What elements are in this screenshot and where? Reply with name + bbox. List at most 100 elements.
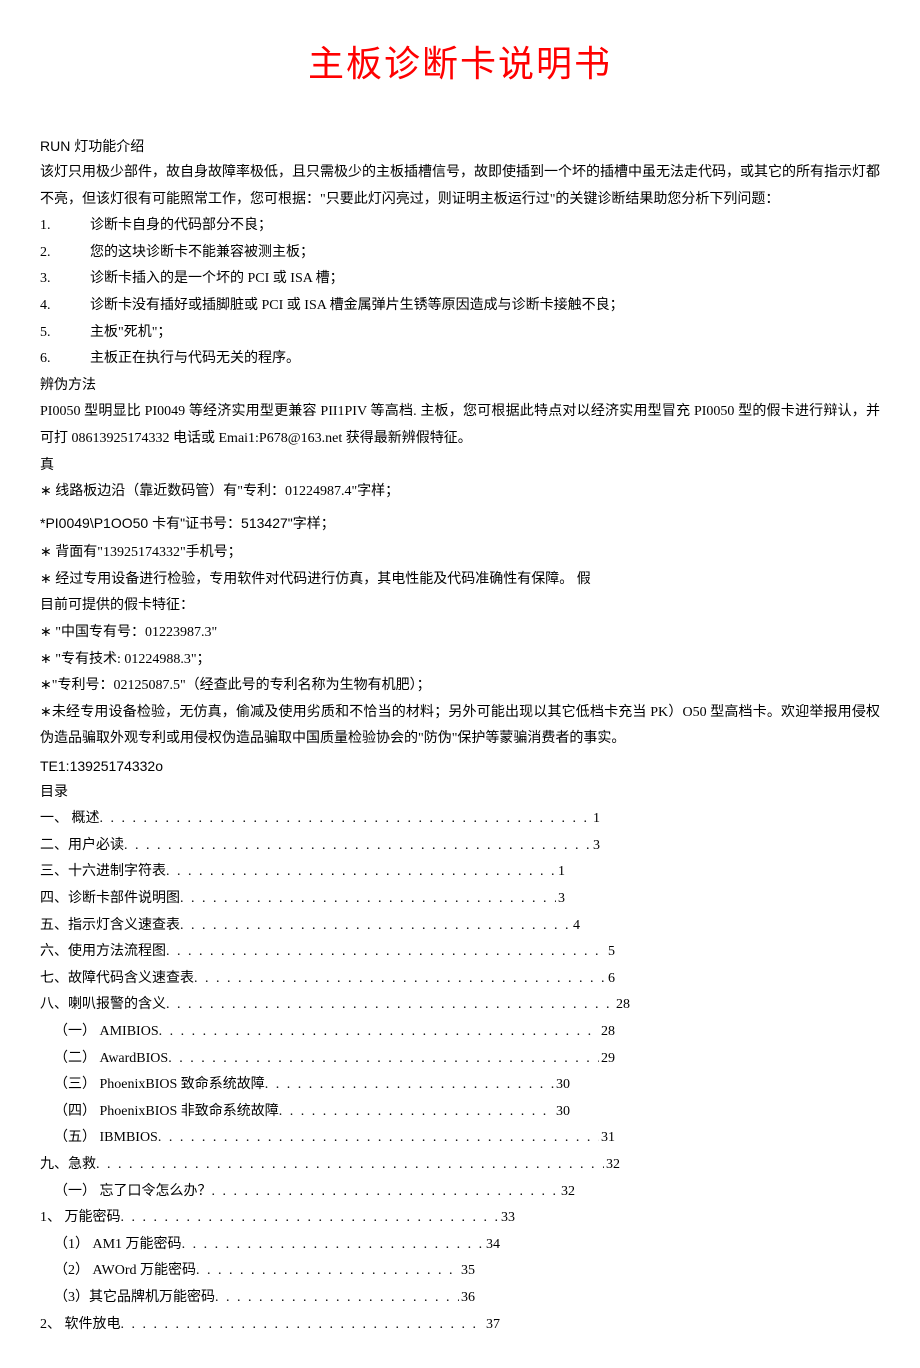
toc-label: （二） AwardBIOS (54, 1046, 168, 1073)
run-paragraph: 该灯只用极少部件，故自身故障率极低，且只需极少的主板插槽信号，故即使插到一个坏的… (40, 160, 880, 213)
toc-leader: . . . . . . . . . . . . . . . . . . . . … (265, 1072, 554, 1099)
list-item: ∗ 线路板边沿（靠近数码管）有"专利：01224987.4"字样； (40, 479, 880, 506)
toc-page: 29 (599, 1046, 615, 1073)
toc-leader: . . . . . . . . . . . . . . . . . . . . … (180, 886, 556, 913)
identify-paragraph: PI0050 型明显比 PI0049 等经济实用型更兼容 PII1PIV 等高档… (40, 399, 880, 452)
toc-entry: 八、喇叭报警的含义 . . . . . . . . . . . . . . . … (40, 992, 630, 1019)
toc-page: 32 (559, 1179, 575, 1206)
toc-entry: （二） AwardBIOS. . . . . . . . . . . . . .… (40, 1046, 615, 1073)
toc-label: （三） PhoenixBIOS 致命系统故障 (54, 1072, 265, 1099)
toc-entry: 1、 万能密码 . . . . . . . . . . . . . . . . … (40, 1205, 515, 1232)
toc-page: 1 (556, 859, 565, 886)
toc-leader: . . . . . . . . . . . . . . . . . . . . … (215, 1285, 459, 1312)
toc-leader: . . . . . . . . . . . . . . . . . . . . … (124, 833, 591, 860)
toc-page: 28 (599, 1019, 615, 1046)
toc-page: 3 (591, 833, 600, 860)
toc-page: 6 (606, 966, 615, 993)
item-number: 1. (40, 213, 90, 240)
list-item: ∗"专利号：02125087.5"（经查此号的专利名称为生物有机肥）； (40, 673, 880, 700)
toc-leader: . . . . . . . . . . . . . . . . . . . . … (121, 1312, 485, 1339)
toc-entry: 九、急救 . . . . . . . . . . . . . . . . . .… (40, 1152, 620, 1179)
list-item: ∗ "中国专有号：01223987.3" (40, 620, 880, 647)
toc-leader: . . . . . . . . . . . . . . . . . . . . … (212, 1179, 560, 1206)
toc-page: 30 (554, 1072, 570, 1099)
toc-entry: （3）其它品牌机万能密码 . . . . . . . . . . . . . .… (40, 1285, 475, 1312)
toc-label: （四） PhoenixBIOS 非致命系统故障 (54, 1099, 279, 1126)
toc-entry: 六、使用方法流程图 . . . . . . . . . . . . . . . … (40, 939, 615, 966)
toc-leader: . . . . . . . . . . . . . . . . . . . . … (121, 1205, 500, 1232)
toc-entry: （三） PhoenixBIOS 致命系统故障 . . . . . . . . .… (40, 1072, 570, 1099)
item-text: 诊断卡自身的代码部分不良； (90, 218, 272, 233)
fake-items: ∗ "中国专有号：01223987.3"∗ "专有技术: 01224988.3"… (40, 620, 880, 753)
toc-leader: . . . . . . . . . . . . . . . . . . . . … (158, 1125, 599, 1152)
list-item: ∗未经专用设备检验，无仿真，偷减及使用劣质和不恰当的材料；另外可能出现以其它低档… (40, 700, 880, 753)
item-text: 主板正在执行与代码无关的程序。 (90, 351, 300, 366)
list-item: 6.主板正在执行与代码无关的程序。 (40, 346, 880, 373)
toc-entry: 二、用户必读 . . . . . . . . . . . . . . . . .… (40, 833, 600, 860)
toc-leader: . . . . . . . . . . . . . . . . . . . . … (182, 1232, 484, 1259)
toc-page: 36 (459, 1285, 475, 1312)
item-number: 2. (40, 240, 90, 267)
tel-line: TE1:13925174332o (40, 753, 880, 780)
toc-label: （五） IBMBIOS (54, 1125, 158, 1152)
toc-page: 3 (556, 886, 565, 913)
list-item: *PI0049\P1OO50 卡有"证书号：513427"字样； (40, 510, 880, 537)
toc-label: （一） 忘了口令怎么办？ (54, 1179, 212, 1206)
toc-label: 六、使用方法流程图 (40, 939, 166, 966)
fake-paragraph: 目前可提供的假卡特征： (40, 593, 880, 620)
toc-label: 2、 软件放电 (40, 1312, 121, 1339)
table-of-contents: 一、 概述 . . . . . . . . . . . . . . . . . … (40, 806, 880, 1338)
genuine-heading: 真 (40, 453, 880, 480)
list-item: 1.诊断卡自身的代码部分不良； (40, 213, 880, 240)
toc-label: 八、喇叭报警的含义 (40, 992, 166, 1019)
toc-entry: 四、诊断卡部件说明图 . . . . . . . . . . . . . . .… (40, 886, 565, 913)
item-text: 您的这块诊断卡不能兼容被测主板； (90, 245, 314, 260)
toc-label: （一） AMIBIOS (54, 1019, 159, 1046)
toc-page: 30 (554, 1099, 570, 1126)
toc-leader: . . . . . . . . . . . . . . . . . . . . … (96, 1152, 604, 1179)
toc-page: 28 (614, 992, 630, 1019)
run-heading: RUN 灯功能介绍 (40, 133, 880, 160)
toc-leader: . . . . . . . . . . . . . . . . . . . . … (166, 859, 556, 886)
toc-entry: （一） 忘了口令怎么办？. . . . . . . . . . . . . . … (40, 1179, 575, 1206)
toc-leader: . . . . . . . . . . . . . . . . . . . . … (159, 1019, 599, 1046)
identify-heading: 辨伪方法 (40, 373, 880, 400)
toc-label: 三、十六进制字符表 (40, 859, 166, 886)
toc-label: （3）其它品牌机万能密码 (54, 1285, 215, 1312)
item-number: 5. (40, 320, 90, 347)
toc-entry: 五、指示灯含义速查表 . . . . . . . . . . . . . . .… (40, 913, 580, 940)
item-text: 诊断卡没有插好或插脚脏或 PCI 或 ISA 槽金属弹片生锈等原因造成与诊断卡接… (90, 298, 624, 313)
toc-label: 1、 万能密码 (40, 1205, 121, 1232)
toc-leader: . . . . . . . . . . . . . . . . . . . . … (100, 806, 592, 833)
list-item: 4.诊断卡没有插好或插脚脏或 PCI 或 ISA 槽金属弹片生锈等原因造成与诊断… (40, 293, 880, 320)
toc-entry: （1） AM1 万能密码 . . . . . . . . . . . . . .… (40, 1232, 500, 1259)
list-item: ∗ "专有技术: 01224988.3"； (40, 647, 880, 674)
item-text: 诊断卡插入的是一个坏的 PCI 或 ISA 槽； (90, 271, 344, 286)
toc-page: 34 (484, 1232, 500, 1259)
toc-label: 一、 概述 (40, 806, 100, 833)
document-title: 主板诊断卡说明书 (40, 30, 880, 98)
toc-page: 5 (606, 939, 615, 966)
toc-label: （1） AM1 万能密码 (54, 1232, 182, 1259)
list-item: 3.诊断卡插入的是一个坏的 PCI 或 ISA 槽； (40, 266, 880, 293)
toc-entry: 三、十六进制字符表 . . . . . . . . . . . . . . . … (40, 859, 565, 886)
toc-leader: . . . . . . . . . . . . . . . . . . . . … (166, 992, 614, 1019)
toc-page: 1 (591, 806, 600, 833)
toc-label: 五、指示灯含义速查表 (40, 913, 180, 940)
list-item: 2.您的这块诊断卡不能兼容被测主板； (40, 240, 880, 267)
toc-page: 35 (459, 1258, 475, 1285)
toc-entry: （四） PhoenixBIOS 非致命系统故障 . . . . . . . . … (40, 1099, 570, 1126)
toc-leader: . . . . . . . . . . . . . . . . . . . . … (194, 966, 606, 993)
toc-entry: 2、 软件放电 . . . . . . . . . . . . . . . . … (40, 1312, 500, 1339)
toc-leader: . . . . . . . . . . . . . . . . . . . . … (196, 1258, 459, 1285)
run-problem-list: 1.诊断卡自身的代码部分不良；2.您的这块诊断卡不能兼容被测主板；3.诊断卡插入… (40, 213, 880, 373)
toc-page: 37 (484, 1312, 500, 1339)
toc-label: （2） AWOrd 万能密码 (54, 1258, 196, 1285)
toc-leader: . . . . . . . . . . . . . . . . . . . . … (168, 1046, 599, 1073)
toc-heading: 目录 (40, 780, 880, 807)
toc-leader: . . . . . . . . . . . . . . . . . . . . … (279, 1099, 554, 1126)
toc-entry: 七、故障代码含义速查表 . . . . . . . . . . . . . . … (40, 966, 615, 993)
toc-page: 33 (499, 1205, 515, 1232)
item-number: 3. (40, 266, 90, 293)
toc-label: 九、急救 (40, 1152, 96, 1179)
